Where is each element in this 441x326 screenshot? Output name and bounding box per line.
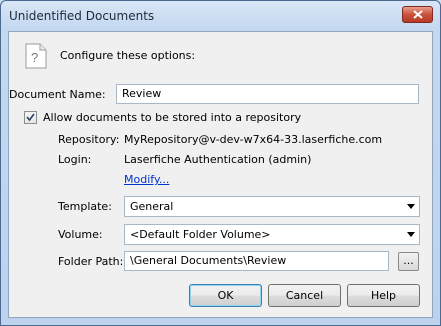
volume-label: Volume: bbox=[58, 228, 103, 241]
chevron-down-icon bbox=[407, 204, 415, 209]
svg-text:?: ? bbox=[31, 50, 38, 65]
allow-repository-label[interactable]: Allow documents to be stored into a repo… bbox=[43, 111, 301, 124]
chevron-down-icon bbox=[407, 232, 415, 237]
header-text: Configure these options: bbox=[60, 49, 196, 62]
close-icon bbox=[413, 10, 423, 19]
dialog-body: ? Configure these options: Document Name… bbox=[8, 31, 433, 318]
folder-path-value: \General Documents\Review bbox=[130, 254, 287, 267]
dialog-window: Unidentified Documents ? Configure these… bbox=[0, 0, 441, 326]
checkmark-icon bbox=[26, 113, 35, 122]
volume-value: <Default Folder Volume> bbox=[130, 228, 271, 241]
document-name-input[interactable]: Review bbox=[116, 84, 419, 104]
cancel-label: Cancel bbox=[285, 289, 324, 302]
allow-repository-checkbox[interactable] bbox=[24, 111, 37, 124]
volume-select[interactable]: <Default Folder Volume> bbox=[124, 224, 420, 245]
template-label: Template: bbox=[58, 200, 112, 213]
browse-button[interactable]: ... bbox=[398, 252, 419, 271]
cancel-button[interactable]: Cancel bbox=[268, 284, 341, 307]
title-bar[interactable]: Unidentified Documents bbox=[1, 1, 440, 31]
document-name-value: Review bbox=[122, 87, 162, 100]
folder-path-input[interactable]: \General Documents\Review bbox=[124, 251, 389, 271]
browse-label: ... bbox=[403, 254, 414, 267]
question-document-icon: ? bbox=[25, 43, 47, 72]
repository-label: Repository: bbox=[58, 133, 120, 146]
repository-value: MyRepository@v-dev-w7x64-33.laserfiche.c… bbox=[124, 133, 383, 146]
help-button[interactable]: Help bbox=[347, 284, 420, 307]
login-value: Laserfiche Authentication (admin) bbox=[124, 153, 312, 166]
template-select[interactable]: General bbox=[124, 196, 420, 217]
ok-button[interactable]: OK bbox=[189, 284, 262, 307]
template-value: General bbox=[130, 200, 174, 213]
help-label: Help bbox=[370, 289, 397, 302]
folder-path-label: Folder Path: bbox=[58, 255, 124, 268]
login-label: Login: bbox=[58, 153, 92, 166]
document-name-label: Document Name: bbox=[9, 88, 106, 101]
ok-label: OK bbox=[217, 289, 234, 302]
close-button[interactable] bbox=[402, 6, 433, 23]
window-title: Unidentified Documents bbox=[9, 9, 155, 23]
modify-link[interactable]: Modify... bbox=[124, 173, 169, 186]
